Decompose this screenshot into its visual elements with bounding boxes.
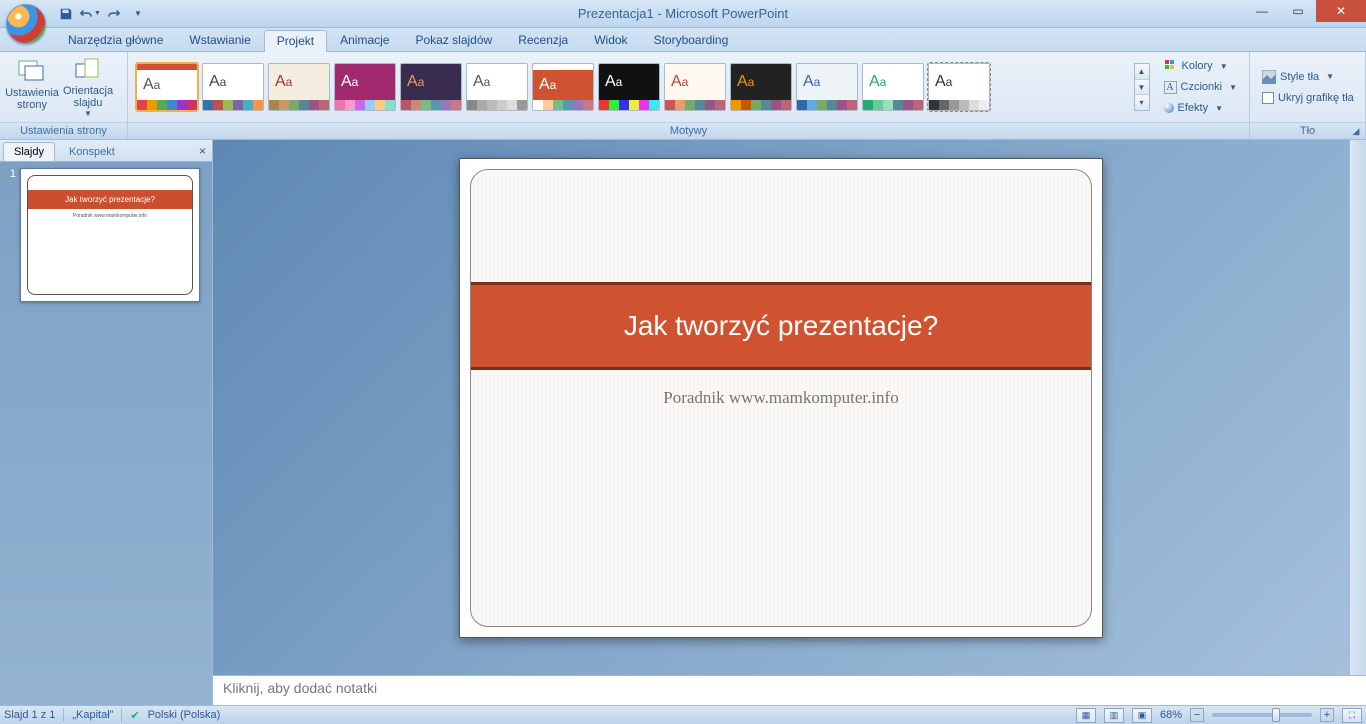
bg-dialog-launcher-icon[interactable]: ◢ [1350, 125, 1362, 137]
page-setup-label: Ustawienia strony [5, 87, 59, 111]
theme-thumbnail[interactable]: Aa [400, 63, 462, 111]
close-button[interactable]: ✕ [1316, 0, 1366, 22]
minimize-button[interactable]: ― [1244, 0, 1280, 22]
theme-fonts-button[interactable]: ACzcionki▼ [1158, 77, 1244, 97]
tab-outline[interactable]: Konspekt [58, 142, 126, 161]
tab-slides[interactable]: Slajdy [3, 142, 55, 161]
group-label-themes: Motywy [128, 122, 1249, 139]
ribbon-tab[interactable]: Animacje [327, 29, 402, 51]
group-themes: AaAaAaAaAaAaAaAaAaAaAaAaAa ▲ ▼ ▾ Kolory▼… [128, 52, 1250, 139]
notes-pane[interactable]: Kliknij, aby dodać notatki [213, 675, 1366, 705]
theme-thumbnail[interactable]: Aa [862, 63, 924, 111]
quick-access-toolbar: ▼ ▼ [55, 0, 149, 27]
maximize-button[interactable]: ▭ [1280, 0, 1316, 22]
theme-gallery[interactable]: AaAaAaAaAaAaAaAaAaAaAaAaAa [132, 63, 1132, 111]
view-normal-icon[interactable]: ▦ [1076, 708, 1096, 723]
status-bar: Slajd 1 z 1 „Kapitał” ✔ Polski (Polska) … [0, 705, 1366, 724]
thumbnail-row: 1 Jak tworzyć prezentacje? Poradnik www.… [6, 168, 206, 302]
fonts-icon: A [1164, 81, 1177, 94]
checkbox-icon [1262, 92, 1274, 104]
ribbon: Ustawienia strony Orientacja slajdu ▼ Us… [0, 52, 1366, 140]
view-sorter-icon[interactable]: ▥ [1104, 708, 1124, 723]
ribbon-tabs: Narzędzia główneWstawianieProjektAnimacj… [0, 28, 1366, 52]
zoom-out-button[interactable]: − [1190, 708, 1204, 722]
theme-thumbnail[interactable]: Aa [334, 63, 396, 111]
fit-to-window-icon[interactable]: ⛶ [1342, 708, 1362, 723]
group-page-setup: Ustawienia strony Orientacja slajdu ▼ Us… [0, 52, 128, 139]
gallery-down-icon[interactable]: ▼ [1135, 80, 1149, 96]
slides-panel: Slajdy Konspekt × 1 Jak tworzyć prezenta… [0, 140, 213, 705]
undo-icon[interactable]: ▼ [79, 3, 101, 25]
theme-thumbnail[interactable]: Aa [532, 63, 594, 111]
theme-thumbnail[interactable]: Aa [136, 63, 198, 111]
group-label-setup: Ustawienia strony [0, 122, 127, 139]
redo-icon[interactable] [103, 3, 125, 25]
page-setup-button[interactable]: Ustawienia strony [4, 54, 60, 120]
window-title: Prezentacja1 - Microsoft PowerPoint [0, 6, 1366, 21]
theme-gallery-scroller[interactable]: ▲ ▼ ▾ [1134, 63, 1150, 111]
thumb-number: 1 [6, 168, 16, 302]
slide-subtitle-placeholder[interactable]: Poradnik www.mamkomputer.info [471, 388, 1091, 408]
theme-thumbnail[interactable]: Aa [664, 63, 726, 111]
office-button[interactable] [6, 4, 46, 44]
thumbnails-list[interactable]: 1 Jak tworzyć prezentacje? Poradnik www.… [0, 162, 212, 705]
theme-thumbnail[interactable]: Aa [796, 63, 858, 111]
gallery-more-icon[interactable]: ▾ [1135, 95, 1149, 110]
panel-close-icon[interactable]: × [199, 144, 206, 161]
theme-thumbnail[interactable]: Aa [598, 63, 660, 111]
effects-icon [1164, 103, 1174, 113]
hide-bg-graphics-checkbox[interactable]: Ukryj grafikę tła [1256, 88, 1360, 108]
slide-title-placeholder[interactable]: Jak tworzyć prezentacje? [471, 282, 1091, 370]
slide-thumbnail[interactable]: Jak tworzyć prezentacje? Poradnik www.ma… [20, 168, 200, 302]
zoom-slider[interactable] [1212, 713, 1312, 717]
zoom-handle[interactable] [1272, 708, 1280, 722]
title-bar: ▼ ▼ Prezentacja1 - Microsoft PowerPoint … [0, 0, 1366, 28]
ribbon-tab[interactable]: Storyboarding [641, 29, 742, 51]
slide-frame: Jak tworzyć prezentacje? Poradnik www.ma… [470, 169, 1092, 627]
panel-tabs: Slajdy Konspekt × [0, 140, 212, 162]
status-language[interactable]: Polski (Polska) [148, 709, 221, 721]
theme-effects-button[interactable]: Efekty▼ [1158, 98, 1244, 118]
zoom-level[interactable]: 68% [1160, 709, 1182, 721]
ribbon-tab[interactable]: Narzędzia główne [55, 29, 176, 51]
vertical-scrollbar[interactable] [1349, 140, 1366, 675]
background-styles-button[interactable]: Style tła▼ [1256, 67, 1360, 87]
zoom-in-button[interactable]: + [1320, 708, 1334, 722]
group-label-bg: Tło◢ [1250, 122, 1365, 139]
theme-thumbnail[interactable]: Aa [202, 63, 264, 111]
workspace: Slajdy Konspekt × 1 Jak tworzyć prezenta… [0, 140, 1366, 705]
ribbon-tab[interactable]: Projekt [264, 30, 327, 52]
group-background: Style tła▼ Ukryj grafikę tła Tło◢ [1250, 52, 1366, 139]
spellcheck-icon[interactable]: ✔ [130, 709, 139, 722]
ribbon-tab[interactable]: Recenzja [505, 29, 581, 51]
status-slide-number: Slajd 1 z 1 [4, 709, 55, 721]
qat-customize-icon[interactable]: ▼ [127, 3, 149, 25]
ribbon-tab[interactable]: Pokaz slajdów [402, 29, 505, 51]
colors-icon [1164, 59, 1178, 73]
bg-styles-icon [1262, 70, 1276, 84]
save-icon[interactable] [55, 3, 77, 25]
theme-thumbnail[interactable]: Aa [928, 63, 990, 111]
theme-thumbnail[interactable]: Aa [730, 63, 792, 111]
orientation-label: Orientacja slajdu [63, 85, 113, 109]
slide-editor[interactable]: Jak tworzyć prezentacje? Poradnik www.ma… [213, 140, 1349, 675]
gallery-up-icon[interactable]: ▲ [1135, 64, 1149, 80]
ribbon-tab[interactable]: Widok [581, 29, 640, 51]
theme-thumbnail[interactable]: Aa [466, 63, 528, 111]
slide-orientation-button[interactable]: Orientacja slajdu ▼ [60, 54, 116, 120]
view-slideshow-icon[interactable]: ▣ [1132, 708, 1152, 723]
theme-thumbnail[interactable]: Aa [268, 63, 330, 111]
slide-canvas[interactable]: Jak tworzyć prezentacje? Poradnik www.ma… [459, 158, 1103, 638]
ribbon-tab[interactable]: Wstawianie [176, 29, 263, 51]
status-theme: „Kapitał” [72, 709, 113, 721]
theme-colors-button[interactable]: Kolory▼ [1158, 56, 1244, 76]
